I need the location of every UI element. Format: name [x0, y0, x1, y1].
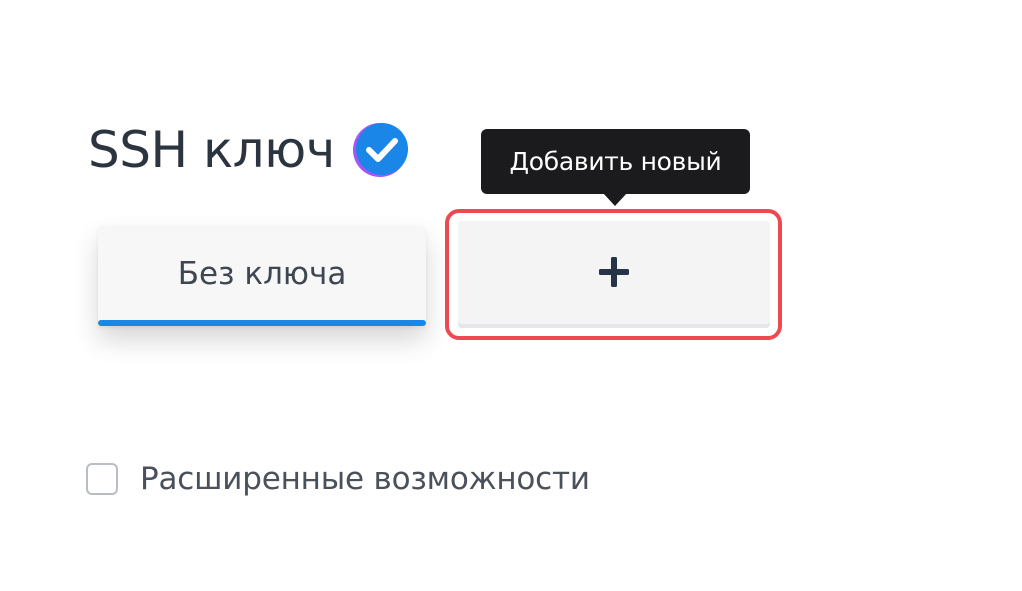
tooltip-arrow	[603, 193, 627, 206]
plus-icon	[599, 256, 629, 287]
no-key-tab[interactable]: Без ключа	[98, 225, 426, 326]
section-title: SSH ключ	[88, 121, 335, 179]
add-new-tooltip: Добавить новый	[481, 129, 750, 194]
active-tab-indicator	[98, 320, 426, 326]
advanced-options-checkbox[interactable]	[86, 463, 118, 495]
advanced-options[interactable]: Расширенные возможности	[86, 459, 590, 499]
section-header: SSH ключ	[88, 118, 409, 182]
check-circle-icon	[351, 121, 409, 179]
advanced-options-label: Расширенные возможности	[140, 461, 590, 497]
ssh-key-panel: SSH ключ Добавить новый Без ключа Расшир…	[0, 0, 1022, 591]
add-key-button[interactable]	[458, 221, 770, 328]
no-key-tab-label: Без ключа	[177, 255, 347, 292]
